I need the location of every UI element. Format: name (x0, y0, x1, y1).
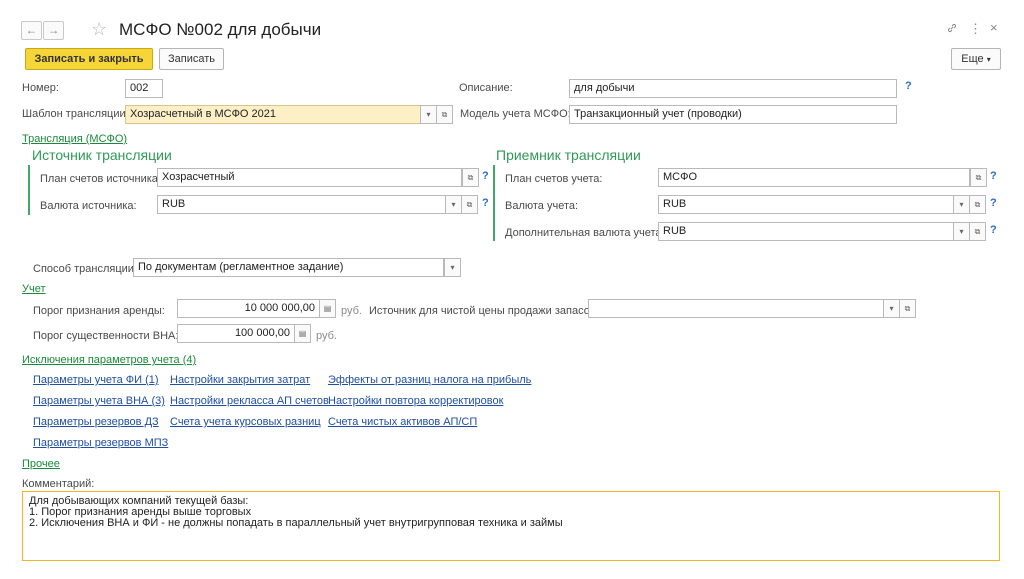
number-field[interactable]: 002 (125, 79, 163, 98)
source-currency-label: Валюта источника: (40, 200, 137, 212)
method-dropdown-icon[interactable]: ▾ (444, 258, 461, 277)
page-title: МСФО №002 для добычи (119, 20, 322, 39)
source-chart-label: План счетов источника: (40, 173, 161, 185)
other-section-link[interactable]: Прочее (22, 458, 60, 470)
materiality-unit: руб. (316, 330, 337, 342)
exception-link[interactable]: Счета чистых активов АП/СП (328, 416, 477, 428)
target-chart-label: План счетов учета: (505, 173, 603, 185)
save-button[interactable]: Записать (159, 48, 224, 70)
target-currency-open-icon[interactable]: ⧉ (969, 195, 986, 214)
exception-link[interactable]: Параметры учета ФИ (1) (33, 374, 159, 386)
source-section-title: Источник трансляции (32, 147, 172, 163)
lease-threshold-label: Порог признания аренды: (33, 305, 165, 317)
source-currency-dropdown-icon[interactable]: ▾ (445, 195, 462, 214)
exception-link[interactable]: Настройки закрытия затрат (170, 374, 310, 386)
exception-link[interactable]: Настройки рекласса АП счетов (170, 395, 329, 407)
more-actions-button[interactable]: Еще ▾ (951, 48, 1001, 70)
target-currency-help-icon[interactable]: ? (990, 197, 997, 209)
template-open-icon[interactable]: ⧉ (436, 105, 453, 124)
target-add-currency-label: Дополнительная валюта учета: (505, 227, 665, 239)
exception-link[interactable]: Параметры учета ВНА (3) (33, 395, 165, 407)
exceptions-section-link[interactable]: Исключения параметров учета (4) (22, 354, 196, 366)
save-and-close-button[interactable]: Записать и закрыть (25, 48, 153, 70)
close-icon[interactable]: × (990, 20, 998, 35)
accounting-section-link[interactable]: Учет (22, 283, 46, 295)
chevron-down-icon: ▾ (986, 55, 991, 64)
lease-threshold-unit: руб. (341, 305, 362, 317)
target-add-currency-open-icon[interactable]: ⧉ (969, 222, 986, 241)
description-label: Описание: (459, 82, 513, 94)
method-label: Способ трансляции: (33, 263, 137, 275)
description-help-icon[interactable]: ? (905, 80, 912, 92)
comment-textarea[interactable]: Для добывающих компаний текущей базы: 1.… (22, 491, 1000, 561)
model-label: Модель учета МСФО: (460, 108, 571, 120)
link-icon[interactable] (946, 22, 958, 37)
lease-threshold-calc-icon[interactable]: ▤ (319, 299, 336, 318)
number-label: Номер: (22, 82, 59, 94)
target-add-currency-dropdown-icon[interactable]: ▾ (953, 222, 970, 241)
net-price-source-dropdown-icon[interactable]: ▾ (883, 299, 900, 318)
materiality-calc-icon[interactable]: ▤ (294, 324, 311, 343)
template-dropdown-icon[interactable]: ▾ (420, 105, 437, 124)
source-chart-help-icon[interactable]: ? (482, 170, 489, 182)
translation-section-link[interactable]: Трансляция (МСФО) (22, 133, 127, 145)
template-field[interactable]: Хозрасчетный в МСФО 2021 (125, 105, 421, 124)
comment-line: 2. Исключения ВНА и ФИ - не должны попад… (29, 517, 563, 529)
source-section-bar (28, 165, 30, 215)
template-label: Шаблон трансляции: (22, 108, 129, 120)
exception-link[interactable]: Эффекты от разниц налога на прибыль (328, 374, 531, 386)
method-field[interactable]: По документам (регламентное задание) (133, 258, 444, 277)
target-add-currency-help-icon[interactable]: ? (990, 224, 997, 236)
source-chart-open-icon[interactable]: ⧉ (462, 168, 479, 187)
lease-threshold-field[interactable]: 10 000 000,00 (177, 299, 320, 318)
source-chart-field[interactable]: Хозрасчетный (157, 168, 462, 187)
source-currency-help-icon[interactable]: ? (482, 197, 489, 209)
more-icon[interactable]: ⋮ (969, 21, 982, 37)
materiality-field[interactable]: 100 000,00 (177, 324, 295, 343)
exception-link[interactable]: Счета учета курсовых разниц (170, 416, 321, 428)
forward-button[interactable]: → (43, 21, 64, 40)
description-field[interactable]: для добычи (569, 79, 897, 98)
target-chart-help-icon[interactable]: ? (990, 170, 997, 182)
target-currency-field[interactable]: RUB (658, 195, 954, 214)
target-section-title: Приемник трансляции (496, 147, 641, 163)
target-chart-field[interactable]: МСФО (658, 168, 970, 187)
source-currency-field[interactable]: RUB (157, 195, 446, 214)
target-chart-open-icon[interactable]: ⧉ (970, 168, 987, 187)
source-currency-open-icon[interactable]: ⧉ (461, 195, 478, 214)
materiality-label: Порог существенности ВНА: (33, 330, 179, 342)
model-field[interactable]: Транзакционный учет (проводки) (569, 105, 897, 124)
net-price-source-open-icon[interactable]: ⧉ (899, 299, 916, 318)
star-icon[interactable]: ☆ (91, 19, 107, 40)
net-price-source-label: Источник для чистой цены продажи запасов… (369, 305, 599, 317)
exception-link[interactable]: Параметры резервов МПЗ (33, 437, 168, 449)
more-label: Еще (961, 53, 984, 65)
target-currency-label: Валюта учета: (505, 200, 579, 212)
target-add-currency-field[interactable]: RUB (658, 222, 954, 241)
net-price-source-field[interactable] (588, 299, 884, 318)
back-button[interactable]: ← (21, 21, 42, 40)
comment-label: Комментарий: (22, 478, 95, 490)
exception-link[interactable]: Настройки повтора корректировок (328, 395, 503, 407)
exception-link[interactable]: Параметры резервов ДЗ (33, 416, 159, 428)
target-section-bar (493, 165, 495, 241)
target-currency-dropdown-icon[interactable]: ▾ (953, 195, 970, 214)
